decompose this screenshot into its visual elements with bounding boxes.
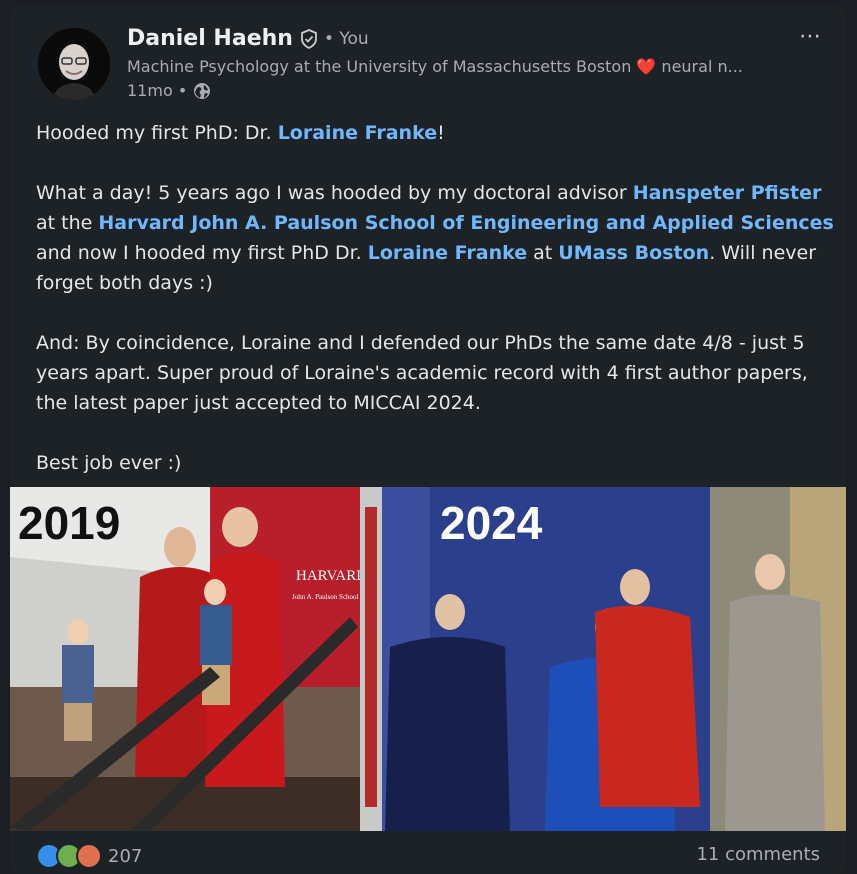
post-meta: 11mo • [127, 81, 211, 100]
post-paragraph: And: By coincidence, Loraine and I defen… [36, 332, 808, 414]
photo-year-right: 2024 [440, 497, 543, 549]
more-options-icon[interactable]: ⋯ [799, 24, 822, 49]
you-label: • You [323, 28, 369, 49]
post-body: Hooded my first PhD: Dr. Loraine Franke!… [36, 118, 836, 508]
author-name[interactable]: Daniel Haehn • You [127, 26, 369, 51]
post-paragraph: What a day! 5 years ago I was hooded by … [36, 182, 834, 294]
mention-link[interactable]: UMass Boston [558, 242, 709, 264]
post-photo[interactable]: HARVARD John A. Paulson School of Engine… [10, 487, 846, 831]
globe-icon [194, 82, 211, 99]
social-bar: 207 11 comments [10, 841, 846, 871]
reaction-count[interactable]: 207 [108, 846, 142, 867]
post-time: 11mo • [127, 81, 188, 100]
mention-link[interactable]: Loraine Franke [368, 242, 527, 264]
mention-link[interactable]: Loraine Franke [278, 122, 437, 144]
comments-count[interactable]: 11 comments [696, 844, 820, 865]
reactions-summary[interactable]: 207 [36, 843, 142, 869]
author-name-text[interactable]: Daniel Haehn [127, 26, 293, 51]
mention-link[interactable]: Hanspeter Pfister [633, 182, 822, 204]
author-headline: Machine Psychology at the University of … [127, 57, 743, 76]
post-card: Daniel Haehn • You Machine Psychology at… [10, 6, 846, 874]
post-paragraph: Hooded my first PhD: Dr. Loraine Franke! [36, 122, 445, 144]
post-paragraph: Best job ever :) [36, 452, 182, 474]
verified-icon [301, 28, 317, 49]
photo-year-left: 2019 [18, 497, 120, 549]
mention-link[interactable]: Harvard John A. Paulson School of Engine… [98, 212, 833, 234]
sign-text: HARVARD [296, 568, 367, 584]
love-reaction-icon [76, 843, 102, 869]
author-avatar[interactable] [38, 28, 110, 100]
